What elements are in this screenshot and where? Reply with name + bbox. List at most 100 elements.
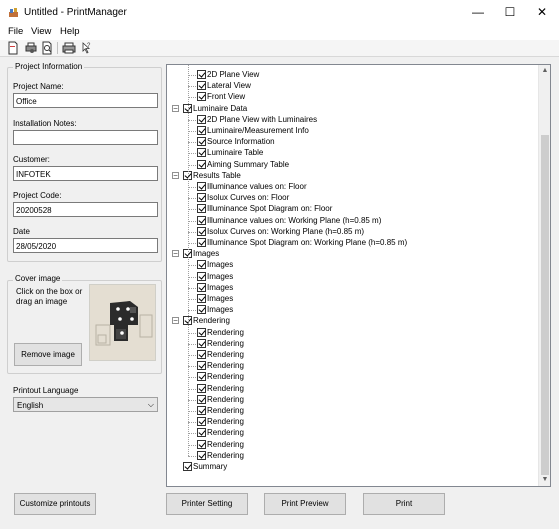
checkbox-checked-icon[interactable]	[197, 126, 206, 135]
checkbox-checked-icon[interactable]	[197, 361, 206, 371]
checkbox-checked-icon[interactable]	[197, 383, 206, 393]
printout-language-value: English	[17, 401, 44, 410]
checkbox-checked-icon[interactable]	[197, 394, 206, 404]
tree-item-label: Images	[193, 249, 220, 259]
checkbox-checked-icon[interactable]	[197, 372, 206, 382]
tree-item-label: Source Information	[207, 137, 275, 147]
checkbox-checked-icon[interactable]	[197, 137, 206, 147]
tree-item-label: Luminaire/Measurement Info	[207, 126, 309, 135]
checkbox-checked-icon[interactable]	[197, 238, 206, 247]
tree-item-label: Rendering	[207, 439, 244, 449]
tree-item-label: Rendering	[207, 338, 244, 348]
menu-file[interactable]: File	[8, 26, 23, 37]
checkbox-checked-icon[interactable]	[197, 70, 206, 79]
customize-printouts-button[interactable]: Customize printouts	[14, 493, 96, 515]
checkbox-checked-icon[interactable]	[197, 450, 206, 460]
remove-image-button[interactable]: Remove image	[14, 343, 82, 366]
floor-plan-thumbnail	[90, 285, 155, 360]
collapse-toggle-icon[interactable]: −	[172, 250, 179, 258]
tree-item-label: Illuminance values on: Floor	[207, 182, 307, 191]
print-setup-icon[interactable]	[24, 41, 38, 55]
tree-connector	[188, 153, 196, 155]
checkbox-checked-icon[interactable]	[197, 271, 206, 281]
tree-scrollbar[interactable]: ▲ ▼	[538, 65, 550, 486]
checkbox-checked-icon[interactable]	[197, 305, 206, 315]
menu-help[interactable]: Help	[60, 26, 80, 37]
checkbox-checked-icon[interactable]	[197, 428, 206, 438]
scroll-thumb[interactable]	[541, 135, 549, 475]
checkbox-checked-icon[interactable]	[197, 159, 206, 169]
tree-connector	[188, 433, 196, 435]
tree-connector	[188, 131, 196, 132]
scroll-up-arrow-icon[interactable]: ▲	[539, 65, 550, 77]
checkbox-checked-icon[interactable]	[197, 417, 206, 427]
project-code-label: Project Code:	[13, 191, 62, 200]
tree-item-label: Front View	[207, 92, 246, 102]
report-tree[interactable]: 2D Plane View Lateral View Front View Lumin…	[166, 64, 551, 487]
tree-connector	[188, 265, 196, 267]
cover-image-title: Cover image	[13, 274, 63, 283]
project-code-input[interactable]: 20200528	[13, 202, 158, 217]
tree-item-label: Rendering	[207, 361, 244, 371]
checkbox-checked-icon[interactable]	[197, 439, 206, 449]
checkbox-checked-icon[interactable]	[197, 148, 206, 158]
checkbox-checked-icon[interactable]	[197, 193, 206, 203]
checkbox-checked-icon[interactable]	[197, 338, 206, 348]
checkbox-checked-icon[interactable]	[197, 114, 206, 124]
tree-connector	[188, 75, 196, 76]
project-name-input[interactable]: Office	[13, 93, 158, 108]
checkbox-checked-icon[interactable]	[197, 327, 206, 337]
tree-connector	[188, 377, 196, 379]
printout-language-select[interactable]: English ⌵	[13, 397, 158, 412]
checkbox-checked-icon[interactable]	[197, 182, 206, 191]
checkbox-checked-icon[interactable]	[197, 81, 206, 91]
print-preview-button[interactable]: Print Preview	[264, 493, 346, 515]
tree-item-label: 2D Plane View	[207, 70, 260, 79]
printer-setting-button[interactable]: Printer Setting	[166, 493, 248, 515]
tree-item-label: Images	[207, 260, 234, 270]
menu-view[interactable]: View	[31, 26, 51, 37]
tree-item-label: Rendering	[207, 394, 244, 404]
checkbox-checked-icon[interactable]	[197, 92, 206, 102]
checkbox-checked-icon[interactable]	[197, 350, 206, 359]
collapse-toggle-icon[interactable]: −	[172, 104, 179, 112]
checkbox-checked-icon[interactable]	[197, 215, 206, 225]
date-input[interactable]: 28/05/2020	[13, 238, 158, 253]
app-icon	[9, 8, 18, 17]
checkbox-checked-icon[interactable]	[197, 406, 206, 415]
close-button[interactable]: ✕	[527, 3, 557, 21]
project-info-title: Project Information	[13, 62, 85, 71]
help-pointer-icon[interactable]: ?	[79, 41, 93, 55]
checkbox-checked-icon[interactable]	[197, 294, 206, 303]
print-button[interactable]: Print	[363, 493, 445, 515]
tree-connector	[188, 287, 196, 289]
tree-connector	[188, 399, 196, 401]
new-document-icon[interactable]	[6, 41, 20, 55]
customer-input[interactable]: INFOTEK	[13, 166, 158, 181]
cover-image-hint: Click on the box or drag an image	[16, 287, 83, 306]
checkbox-checked-icon[interactable]	[197, 204, 206, 214]
checkbox-checked-icon[interactable]	[197, 226, 206, 236]
collapse-toggle-icon[interactable]: −	[172, 317, 179, 325]
maximize-button[interactable]: ☐	[495, 3, 525, 21]
toolbar: ?	[0, 40, 559, 57]
tree-item-label: Lateral View	[207, 81, 251, 91]
tree-item-label: Rendering	[207, 350, 244, 359]
scroll-down-arrow-icon[interactable]: ▼	[539, 474, 550, 486]
minimize-button[interactable]: —	[463, 3, 493, 21]
tree-connector	[188, 231, 196, 233]
collapse-toggle-icon[interactable]: −	[172, 171, 179, 179]
checkbox-checked-icon[interactable]	[197, 260, 206, 270]
print-preview-icon[interactable]	[40, 41, 54, 55]
tree-connector	[188, 97, 196, 99]
menu-bar: File View Help	[0, 24, 559, 40]
cover-image-dropzone[interactable]	[89, 284, 156, 361]
print-icon[interactable]	[62, 41, 76, 55]
tree-item-label: Rendering	[207, 327, 244, 337]
date-label: Date	[13, 227, 30, 236]
checkbox-checked-icon[interactable]	[183, 462, 192, 471]
installation-notes-input[interactable]	[13, 130, 158, 145]
title-bar: Untitled - PrintManager — ☐ ✕	[0, 0, 559, 24]
checkbox-checked-icon[interactable]	[197, 282, 206, 292]
tree-item-label: Illuminance values on: Working Plane (h=…	[207, 215, 382, 225]
